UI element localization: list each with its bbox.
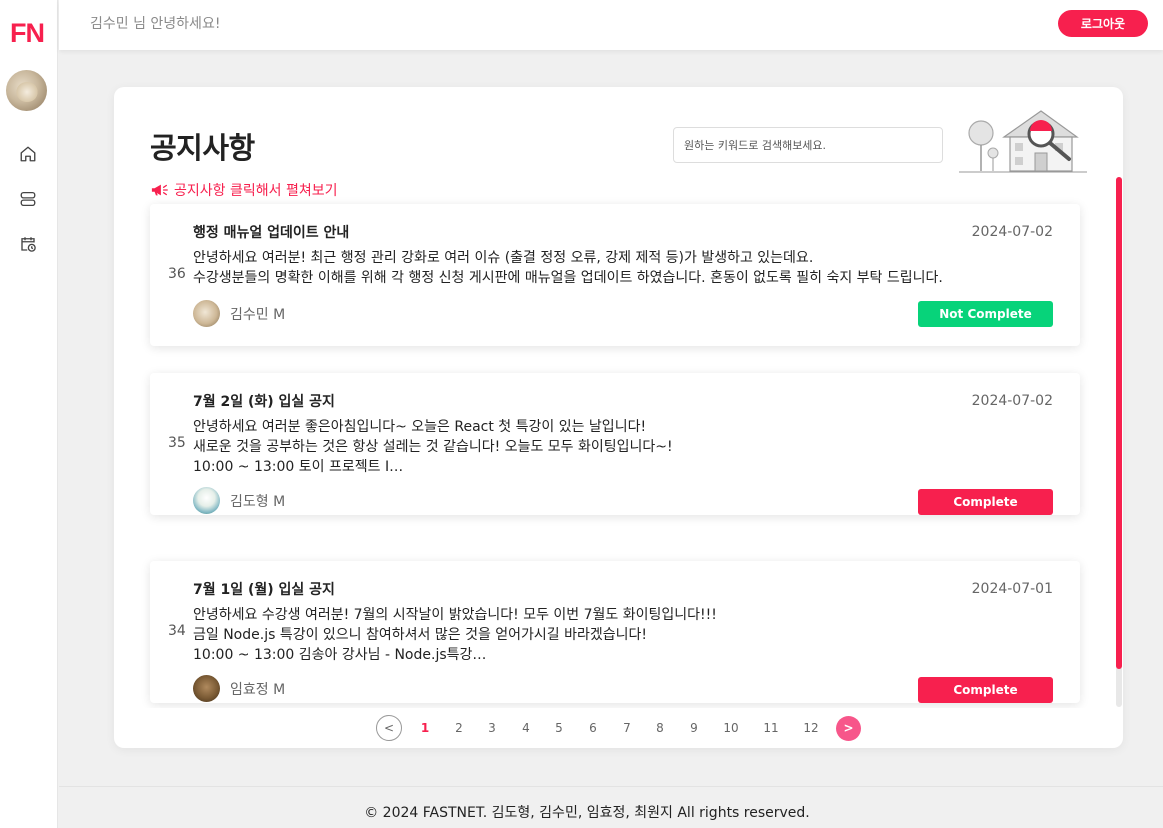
top-header: 김수민 님 안녕하세요! 로그아웃 — [59, 0, 1163, 50]
page-title: 공지사항 — [150, 131, 255, 165]
post-author: 임효정 M — [193, 675, 285, 702]
page-link[interactable]: 7 — [620, 715, 634, 741]
post-number: 36 — [168, 266, 186, 282]
page-link[interactable]: 3 — [485, 715, 499, 741]
page-link[interactable]: 9 — [687, 715, 701, 741]
copyright-text: © 2024 FASTNET. 김도형, 김수민, 임효정, 최원지 All r… — [364, 805, 810, 821]
status-button[interactable]: Complete — [918, 489, 1053, 515]
list-icon[interactable] — [19, 190, 37, 208]
page-link[interactable]: 4 — [519, 715, 533, 741]
author-avatar — [193, 675, 220, 702]
post-date: 2024-07-01 — [971, 581, 1053, 597]
calendar-clock-icon[interactable] — [19, 235, 37, 253]
next-page-button[interactable]: > — [836, 716, 861, 741]
post-author: 김수민 M — [193, 300, 285, 327]
post-number: 34 — [168, 623, 186, 639]
notice-card: 공지사항 공지사항 클릭해서 펼쳐보기 36 행정 매뉴얼 업데이트 안내 20… — [114, 87, 1123, 748]
status-button[interactable]: Complete — [918, 677, 1053, 703]
post-title[interactable]: 7월 2일 (화) 입실 공지 — [193, 391, 335, 411]
page-link[interactable]: 6 — [586, 715, 600, 741]
post-body: 안녕하세요 수강생 여러분! 7월의 시작날이 밝았습니다! 모두 이번 7월도… — [193, 607, 717, 663]
notice-list: 36 행정 매뉴얼 업데이트 안내 2024-07-02 안녕하세요 여러분! … — [114, 175, 1123, 708]
pagination: < 1 2 3 4 5 6 7 8 9 10 11 12 > — [114, 715, 1123, 741]
search-input[interactable] — [673, 127, 943, 163]
author-avatar — [193, 487, 220, 514]
post-number: 35 — [168, 435, 186, 451]
status-button[interactable]: Not Complete — [918, 301, 1053, 327]
page-link[interactable]: 10 — [720, 715, 742, 741]
logout-button[interactable]: 로그아웃 — [1058, 10, 1148, 37]
logo[interactable]: FN — [10, 18, 45, 49]
footer: © 2024 FASTNET. 김도형, 김수민, 임효정, 최원지 All r… — [59, 786, 1163, 828]
scrollbar-thumb[interactable] — [1116, 177, 1122, 669]
user-avatar[interactable] — [6, 70, 47, 111]
post-body: 안녕하세요 여러분 좋은아침입니다~ 오늘은 React 첫 특강이 있는 날입… — [193, 419, 673, 475]
page-link[interactable]: 8 — [653, 715, 667, 741]
notice-item[interactable]: 34 7월 1일 (월) 입실 공지 2024-07-01 안녕하세요 수강생 … — [150, 561, 1080, 703]
page-link[interactable]: 12 — [800, 715, 822, 741]
page-link[interactable]: 5 — [552, 715, 566, 741]
greeting-text: 김수민 님 안녕하세요! — [90, 16, 221, 32]
author-name: 김도형 M — [230, 493, 286, 510]
post-author: 김도형 M — [193, 487, 285, 514]
sidebar: FN — [0, 0, 58, 828]
house-search-illustration — [959, 110, 1087, 173]
post-title[interactable]: 7월 1일 (월) 입실 공지 — [193, 579, 335, 599]
prev-page-button[interactable]: < — [376, 715, 402, 741]
post-title[interactable]: 행정 매뉴얼 업데이트 안내 — [193, 222, 349, 242]
notice-item[interactable]: 35 7월 2일 (화) 입실 공지 2024-07-02 안녕하세요 여러분 … — [150, 373, 1080, 515]
home-icon[interactable] — [19, 145, 37, 163]
notice-item[interactable]: 36 행정 매뉴얼 업데이트 안내 2024-07-02 안녕하세요 여러분! … — [150, 204, 1080, 346]
author-avatar — [193, 300, 220, 327]
author-name: 임효정 M — [230, 681, 286, 698]
post-body: 안녕하세요 여러분! 최근 행정 관리 강화로 여러 이슈 (출결 정정 오류,… — [193, 250, 943, 286]
page-link[interactable]: 11 — [760, 715, 782, 741]
page-link[interactable]: 2 — [452, 715, 466, 741]
post-date: 2024-07-02 — [971, 224, 1053, 240]
author-name: 김수민 M — [230, 306, 286, 323]
post-date: 2024-07-02 — [971, 393, 1053, 409]
page-link[interactable]: 1 — [418, 715, 432, 741]
